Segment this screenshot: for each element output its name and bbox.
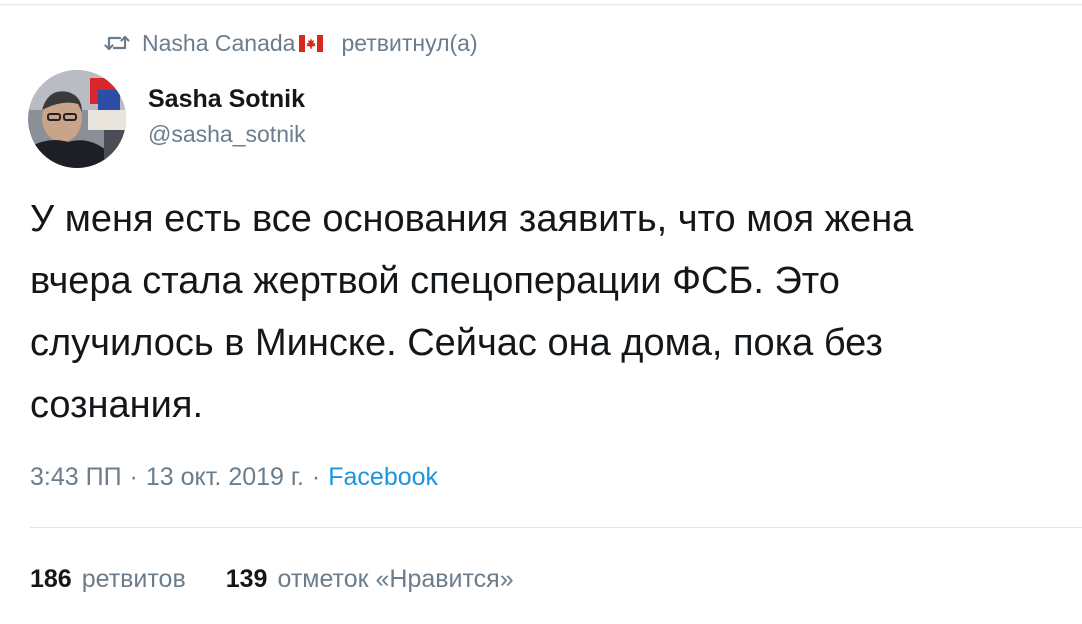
retweets-label: ретвитов bbox=[81, 564, 186, 593]
retweeter-link[interactable]: Nasha Canada bbox=[142, 29, 324, 57]
author-handle[interactable]: @sasha_sotnik bbox=[148, 118, 306, 150]
tweet-stats: 186 ретвитов 139 отметок «Нравится» bbox=[30, 562, 514, 596]
retweets-stat[interactable]: 186 ретвитов bbox=[30, 565, 186, 594]
tweet-source-link[interactable]: Facebook bbox=[328, 463, 438, 492]
meta-separator: · bbox=[311, 462, 321, 491]
retweet-action-label: ретвитнул(а) bbox=[341, 29, 478, 56]
likes-stat[interactable]: 139 отметок «Нравится» bbox=[226, 565, 514, 594]
likes-count: 139 bbox=[225, 564, 268, 593]
avatar[interactable] bbox=[28, 70, 126, 168]
top-divider bbox=[0, 4, 1082, 5]
author-name[interactable]: Sasha Sotnik bbox=[148, 84, 306, 114]
stats-divider bbox=[30, 527, 1082, 528]
tweet-date[interactable]: 13 окт. 2019 г. bbox=[146, 463, 304, 492]
retweets-count: 186 bbox=[30, 564, 72, 593]
likes-label: отметок «Нравится» bbox=[277, 564, 514, 593]
meta-separator: · bbox=[129, 462, 138, 491]
retweet-icon bbox=[104, 35, 130, 51]
tweet-text: У меня есть все основания заявить, что м… bbox=[30, 198, 914, 426]
retweeter-name: Nasha Canada bbox=[142, 29, 296, 56]
author-block[interactable]: Sasha Sotnik @sasha_sotnik bbox=[148, 84, 306, 150]
tweet-time[interactable]: 3:43 ПП bbox=[30, 463, 122, 492]
avatar-image bbox=[28, 70, 126, 168]
tweet-meta: 3:43 ПП · 13 окт. 2019 г. · Facebook bbox=[30, 460, 438, 494]
canada-flag-icon bbox=[299, 34, 324, 52]
retweet-header: Nasha Canada ретвитнул(а) bbox=[104, 28, 478, 58]
